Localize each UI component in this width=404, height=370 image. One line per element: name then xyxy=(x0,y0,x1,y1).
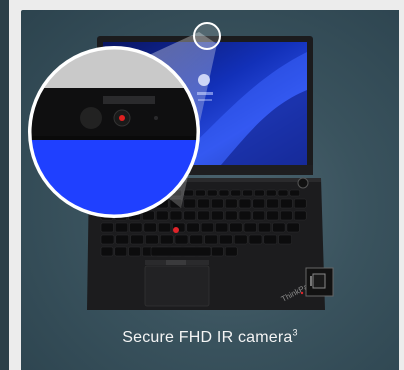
keyboard-key xyxy=(197,210,210,221)
keyboard-key xyxy=(211,210,224,221)
keyboard-key xyxy=(238,210,252,221)
keyboard-key xyxy=(272,222,286,233)
keyboard-key xyxy=(206,189,218,197)
keyboard-key xyxy=(254,189,265,197)
power-button-icon xyxy=(297,177,309,189)
keyboard-key xyxy=(143,222,157,233)
keyboard-key xyxy=(204,234,218,245)
keyboard-key xyxy=(100,246,114,257)
keyboard-key xyxy=(115,222,129,233)
keyboard-key xyxy=(266,198,279,209)
keyboard-key xyxy=(100,222,114,233)
keyboard-key xyxy=(248,234,263,245)
keyboard-key xyxy=(128,246,141,257)
keyboard-key xyxy=(115,234,130,245)
keyboard-key xyxy=(174,234,189,245)
keyboard-key xyxy=(266,210,279,221)
keyboard-key xyxy=(243,222,257,233)
keyboard-key xyxy=(293,198,307,209)
keyboard-key xyxy=(252,210,266,221)
keyboard-key xyxy=(224,210,238,221)
keyboard-key xyxy=(229,222,243,233)
touchpad xyxy=(144,265,210,307)
caption-text: Secure FHD IR camera xyxy=(122,329,293,346)
feature-card: ThinkPad Secure FHD IR camera3 xyxy=(21,10,399,370)
keyboard-key xyxy=(169,210,183,221)
keyboard-key xyxy=(145,234,159,245)
keyboard-key xyxy=(218,189,230,197)
keyboard-key xyxy=(186,222,200,233)
keyboard-key xyxy=(211,198,224,209)
keyboard-key xyxy=(224,198,238,209)
footnote-marker: 3 xyxy=(292,327,298,338)
keyboard-key xyxy=(211,246,224,257)
spacebar-key xyxy=(150,246,212,257)
keyboard-key xyxy=(183,198,197,209)
left-panel-edge xyxy=(0,0,9,370)
keyboard-key xyxy=(200,222,214,233)
keyboard-key xyxy=(224,246,238,257)
keyboard-key xyxy=(289,189,301,197)
keyboard-key xyxy=(155,210,169,221)
keyboard-key xyxy=(129,222,143,233)
feature-caption: Secure FHD IR camera3 xyxy=(21,327,399,347)
keyboard-key xyxy=(238,198,252,209)
ir-sensor-icon xyxy=(80,107,102,129)
keyboard-key xyxy=(195,189,206,197)
keyboard-key xyxy=(280,210,293,221)
keyboard-key xyxy=(114,246,128,257)
laptop-illustration: ThinkPad xyxy=(28,22,334,310)
keyboard-key xyxy=(183,189,194,197)
keyboard-key xyxy=(197,198,210,209)
keyboard-key xyxy=(258,222,272,233)
keyboard-key xyxy=(277,189,289,197)
keyboard-key xyxy=(215,222,229,233)
keyboard-key xyxy=(157,222,171,233)
keyboard-key xyxy=(265,189,277,197)
keyboard-key xyxy=(233,234,248,245)
keyboard-key xyxy=(130,234,144,245)
keyboard-key xyxy=(278,234,292,245)
keyboard-key xyxy=(189,234,204,245)
keyboard-key xyxy=(159,234,174,245)
keyboard-key xyxy=(242,189,253,197)
keyboard-key xyxy=(252,198,266,209)
trackpoint xyxy=(173,227,179,233)
keyboard-key xyxy=(263,234,278,245)
keyboard-key xyxy=(183,210,197,221)
keyboard-key xyxy=(293,210,307,221)
keyboard-key xyxy=(219,234,233,245)
keyboard-key xyxy=(286,222,300,233)
keyboard-key xyxy=(230,189,242,197)
keyboard-key xyxy=(100,234,115,245)
keyboard-key xyxy=(280,198,293,209)
side-port-inset xyxy=(305,267,334,297)
